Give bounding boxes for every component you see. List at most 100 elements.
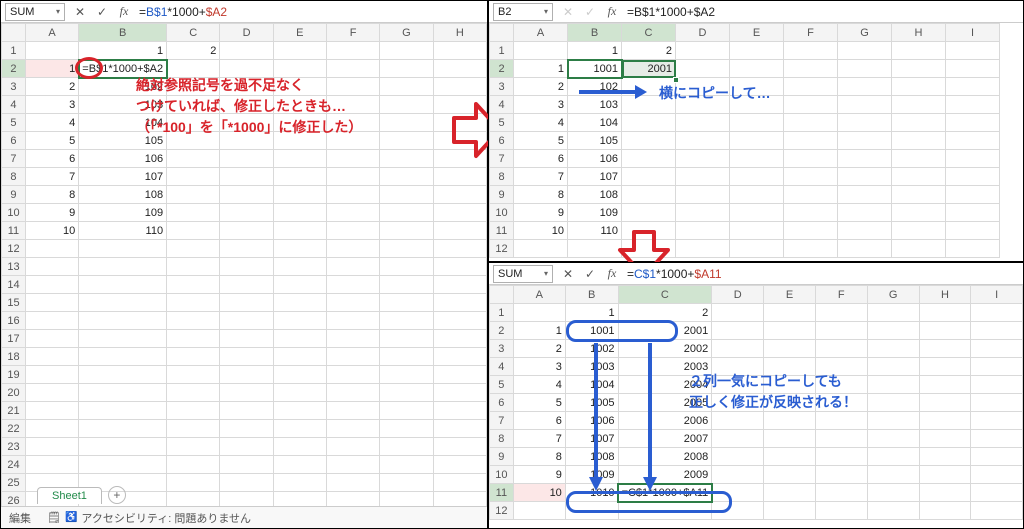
- cell[interactable]: [327, 240, 380, 258]
- column-header[interactable]: A: [514, 24, 568, 42]
- cell[interactable]: 8: [514, 186, 568, 204]
- cell[interactable]: [919, 502, 971, 520]
- cell[interactable]: [730, 204, 784, 222]
- column-header[interactable]: G: [838, 24, 892, 42]
- cell[interactable]: [220, 312, 273, 330]
- cell[interactable]: 6: [25, 150, 78, 168]
- cell[interactable]: 4: [25, 114, 78, 132]
- cell[interactable]: [167, 474, 220, 492]
- select-all-corner[interactable]: [490, 24, 514, 42]
- cell[interactable]: 110: [568, 222, 622, 240]
- cell[interactable]: [327, 222, 380, 240]
- cell[interactable]: [167, 204, 220, 222]
- cell[interactable]: [622, 186, 676, 204]
- cell[interactable]: [273, 222, 326, 240]
- row-header[interactable]: 19: [2, 366, 26, 384]
- column-header[interactable]: E: [273, 24, 326, 42]
- row-header[interactable]: 4: [2, 96, 26, 114]
- cell[interactable]: 7: [25, 168, 78, 186]
- cell[interactable]: [25, 258, 78, 276]
- cell[interactable]: 2007: [618, 430, 712, 448]
- cell[interactable]: [946, 78, 1000, 96]
- row-header[interactable]: 23: [2, 438, 26, 456]
- column-header[interactable]: E: [764, 286, 816, 304]
- cell[interactable]: [25, 384, 78, 402]
- cancel-icon[interactable]: ✕: [69, 3, 91, 21]
- cell[interactable]: 1: [568, 42, 622, 60]
- cell[interactable]: 1001: [568, 60, 622, 78]
- cell[interactable]: [167, 366, 220, 384]
- cell[interactable]: [946, 96, 1000, 114]
- cell[interactable]: [380, 186, 433, 204]
- row-header[interactable]: 4: [490, 358, 514, 376]
- cell[interactable]: [273, 294, 326, 312]
- cell[interactable]: [327, 456, 380, 474]
- cell[interactable]: [676, 150, 730, 168]
- cell[interactable]: [622, 132, 676, 150]
- cell[interactable]: [273, 240, 326, 258]
- cell[interactable]: [380, 240, 433, 258]
- cell[interactable]: [433, 240, 486, 258]
- enter-icon[interactable]: ✓: [91, 3, 113, 21]
- row-header[interactable]: 11: [490, 484, 514, 502]
- cell[interactable]: [676, 60, 730, 78]
- column-header[interactable]: C: [622, 24, 676, 42]
- cell[interactable]: 106: [568, 150, 622, 168]
- cell[interactable]: 104: [568, 114, 622, 132]
- cell[interactable]: [815, 322, 867, 340]
- cell[interactable]: 1: [514, 60, 568, 78]
- cell[interactable]: [676, 186, 730, 204]
- column-header[interactable]: D: [220, 24, 273, 42]
- cell[interactable]: [784, 132, 838, 150]
- cell[interactable]: [867, 412, 919, 430]
- cell[interactable]: [220, 186, 273, 204]
- row-header[interactable]: 6: [2, 132, 26, 150]
- cell[interactable]: [327, 258, 380, 276]
- column-header[interactable]: C: [167, 24, 220, 42]
- cell[interactable]: [380, 330, 433, 348]
- cell[interactable]: [838, 222, 892, 240]
- cell[interactable]: 109: [79, 204, 167, 222]
- cell[interactable]: [946, 42, 1000, 60]
- column-header[interactable]: F: [815, 286, 867, 304]
- cell[interactable]: [892, 78, 946, 96]
- fx-icon[interactable]: fx: [113, 3, 135, 21]
- cell[interactable]: [220, 294, 273, 312]
- cell[interactable]: 4: [514, 114, 568, 132]
- cell[interactable]: [764, 430, 816, 448]
- cell[interactable]: [919, 304, 971, 322]
- row-header[interactable]: 9: [490, 448, 514, 466]
- row-header[interactable]: 3: [490, 78, 514, 96]
- column-header[interactable]: I: [971, 286, 1023, 304]
- cell[interactable]: [712, 304, 764, 322]
- cell[interactable]: [79, 240, 167, 258]
- cell[interactable]: [167, 168, 220, 186]
- cell[interactable]: [946, 168, 1000, 186]
- column-header[interactable]: D: [676, 24, 730, 42]
- row-header[interactable]: 8: [490, 430, 514, 448]
- cell[interactable]: [167, 384, 220, 402]
- cell[interactable]: [380, 204, 433, 222]
- cell[interactable]: [919, 466, 971, 484]
- cell[interactable]: [971, 412, 1023, 430]
- cell[interactable]: 2: [514, 78, 568, 96]
- row-header[interactable]: 11: [490, 222, 514, 240]
- row-header[interactable]: 10: [490, 204, 514, 222]
- cell[interactable]: [380, 366, 433, 384]
- cell[interactable]: [79, 276, 167, 294]
- column-header[interactable]: A: [513, 286, 565, 304]
- cell[interactable]: 107: [79, 168, 167, 186]
- cell[interactable]: [622, 150, 676, 168]
- cell[interactable]: [25, 42, 78, 60]
- cell[interactable]: [273, 42, 326, 60]
- cell[interactable]: [327, 294, 380, 312]
- row-header[interactable]: 7: [490, 150, 514, 168]
- cell[interactable]: [784, 78, 838, 96]
- fx-icon[interactable]: fx: [601, 3, 623, 21]
- chevron-down-icon[interactable]: ▾: [544, 269, 548, 278]
- cell[interactable]: [568, 240, 622, 258]
- cell[interactable]: [784, 150, 838, 168]
- cell[interactable]: [79, 294, 167, 312]
- row-header[interactable]: 2: [490, 322, 514, 340]
- column-header[interactable]: F: [784, 24, 838, 42]
